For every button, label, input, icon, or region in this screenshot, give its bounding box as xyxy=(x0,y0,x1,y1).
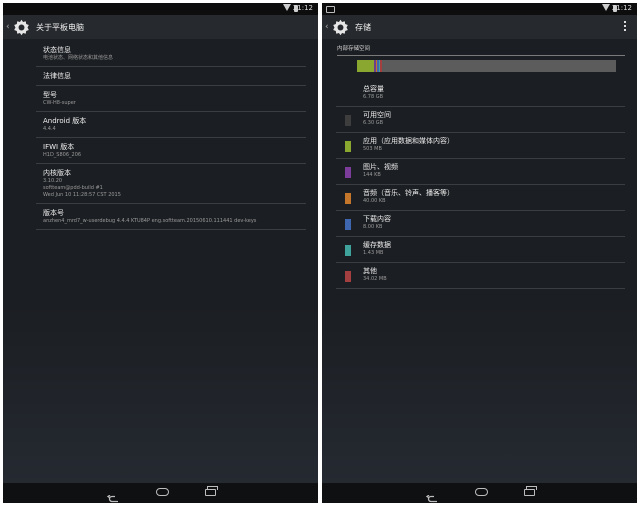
back-arrow-icon[interactable]: ‹ xyxy=(6,22,12,32)
list-item-summary: 3.10.20 xyxy=(43,178,63,184)
list-item-title: IFWI 版本 xyxy=(43,143,75,151)
wifi-icon xyxy=(283,4,291,11)
storage-item[interactable]: 可用空间 6.30 GB xyxy=(336,107,625,133)
storage-item-title: 缓存数据 xyxy=(363,241,391,249)
action-bar: ‹ 存储 xyxy=(322,15,637,39)
status-time: 21:12 xyxy=(292,4,313,12)
list-item-title: Android 版本 xyxy=(43,117,87,125)
storage-item-title: 总容量 xyxy=(363,85,384,93)
nav-back-icon[interactable] xyxy=(425,488,438,503)
storage-item[interactable]: 音频（音乐、铃声、播客等） 40.00 KB xyxy=(336,185,625,211)
page-title: 存储 xyxy=(355,22,371,32)
storage-item-value: 503 MB xyxy=(363,146,382,152)
overflow-menu-icon[interactable] xyxy=(624,21,627,33)
status-bar: 21:12 xyxy=(3,3,318,15)
settings-gear-icon[interactable] xyxy=(13,19,30,36)
usage-segment xyxy=(380,60,383,72)
list-item-title: 内核版本 xyxy=(43,169,71,177)
list-item-title: 版本号 xyxy=(43,209,64,217)
storage-item-value: 144 KB xyxy=(363,172,381,178)
list-item-title: 状态信息 xyxy=(43,46,71,54)
storage-item[interactable]: 下载内容 8.00 KB xyxy=(336,211,625,237)
list-item-summary: Wed Jun 10 11:28:57 CST 2015 xyxy=(43,192,121,198)
storage-item[interactable]: 缓存数据 1.43 MB xyxy=(336,237,625,263)
navigation-bar xyxy=(3,483,318,503)
storage-item-value: 1.43 MB xyxy=(363,250,384,256)
color-swatch xyxy=(345,271,351,282)
storage-item-title: 音频（音乐、铃声、播客等） xyxy=(363,189,454,197)
list-item-summary: softteam@pdd-build #1 xyxy=(43,185,103,191)
list-item-summary: H1D_S806_206 xyxy=(43,152,82,158)
color-swatch xyxy=(345,115,351,126)
storage-item[interactable]: 图片、视频 144 KB xyxy=(336,159,625,185)
nav-back-icon[interactable] xyxy=(106,488,119,503)
nav-home-icon[interactable] xyxy=(475,488,488,496)
storage-item-title: 应用（应用数据和媒体内容） xyxy=(363,137,454,145)
storage-item[interactable]: 总容量 6.78 GB xyxy=(336,81,625,107)
nav-recent-apps-icon[interactable] xyxy=(524,486,537,496)
color-swatch xyxy=(345,245,351,256)
list-item[interactable]: 版本号 anzhen4_mrd7_w-userdebug 4.4.4 KTU84P… xyxy=(36,204,306,230)
status-bar: 21:12 xyxy=(322,3,637,15)
wifi-icon xyxy=(602,4,610,11)
list-item[interactable]: IFWI 版本 H1D_S806_206 xyxy=(36,138,306,164)
color-swatch xyxy=(345,141,351,152)
list-item[interactable]: Android 版本 4.4.4 xyxy=(36,112,306,138)
storage-item-value: 6.30 GB xyxy=(363,120,384,126)
list-item-title: 法律信息 xyxy=(43,72,71,80)
settings-gear-icon[interactable] xyxy=(332,19,349,36)
list-item[interactable]: 内核版本 3.10.20 softteam@pdd-build #1 Wed Jun … xyxy=(36,164,306,204)
list-item-summary: CW-H8-super xyxy=(43,100,76,106)
color-swatch xyxy=(345,167,351,178)
usage-segment xyxy=(357,60,374,72)
storage-item-title: 可用空间 xyxy=(363,111,391,119)
list-item[interactable]: 状态信息 电池状态、网络状态和其他信息 xyxy=(36,41,306,67)
storage-list: 总容量 6.78 GB 可用空间 6.30 GB 应用（应用数据和媒体内容） 503 MB… xyxy=(336,81,625,289)
list-item-summary: 4.4.4 xyxy=(43,126,56,132)
list-item-summary: anzhen4_mrd7_w-userdebug 4.4.4 KTU84P en… xyxy=(43,218,257,224)
list-item-summary: 电池状态、网络状态和其他信息 xyxy=(43,55,114,61)
notification-image-icon xyxy=(326,6,335,13)
color-swatch xyxy=(345,89,351,100)
color-swatch xyxy=(345,193,351,204)
status-time: 21:12 xyxy=(611,4,632,12)
storage-item-title: 其他 xyxy=(363,267,377,275)
nav-recent-apps-icon[interactable] xyxy=(205,486,218,496)
storage-item[interactable]: 其他 34.02 MB xyxy=(336,263,625,289)
storage-item-value: 40.00 KB xyxy=(363,198,386,204)
storage-item-value: 6.78 GB xyxy=(363,94,384,100)
color-swatch xyxy=(345,219,351,230)
list-item[interactable]: 型号 CW-H8-super xyxy=(36,86,306,112)
storage-item-title: 图片、视频 xyxy=(363,163,398,171)
storage-item-title: 下载内容 xyxy=(363,215,391,223)
about-list: 状态信息 电池状态、网络状态和其他信息 法律信息 型号 CW-H8-super Andro… xyxy=(36,41,306,230)
navigation-bar xyxy=(322,483,637,503)
nav-home-icon[interactable] xyxy=(156,488,169,496)
storage-item-value: 34.02 MB xyxy=(363,276,387,282)
about-tablet-screen: 21:12 ‹ 关于平板电脑 状态信息 电池状态、网络状态和其他信息 法律信息 型号 C… xyxy=(3,3,318,503)
action-bar: ‹ 关于平板电脑 xyxy=(3,15,318,39)
back-arrow-icon[interactable]: ‹ xyxy=(325,22,331,32)
list-item[interactable]: 法律信息 xyxy=(36,67,306,86)
storage-usage-bar xyxy=(357,60,616,72)
storage-screen: 21:12 ‹ 存储 内部存储空间 总容量 6.78 GB 可用空间 6.30 GB 应… xyxy=(322,3,637,503)
storage-item-value: 8.00 KB xyxy=(363,224,383,230)
page-title: 关于平板电脑 xyxy=(36,22,84,32)
storage-item[interactable]: 应用（应用数据和媒体内容） 503 MB xyxy=(336,133,625,159)
list-item-title: 型号 xyxy=(43,91,57,99)
section-header: 内部存储空间 xyxy=(337,44,625,56)
